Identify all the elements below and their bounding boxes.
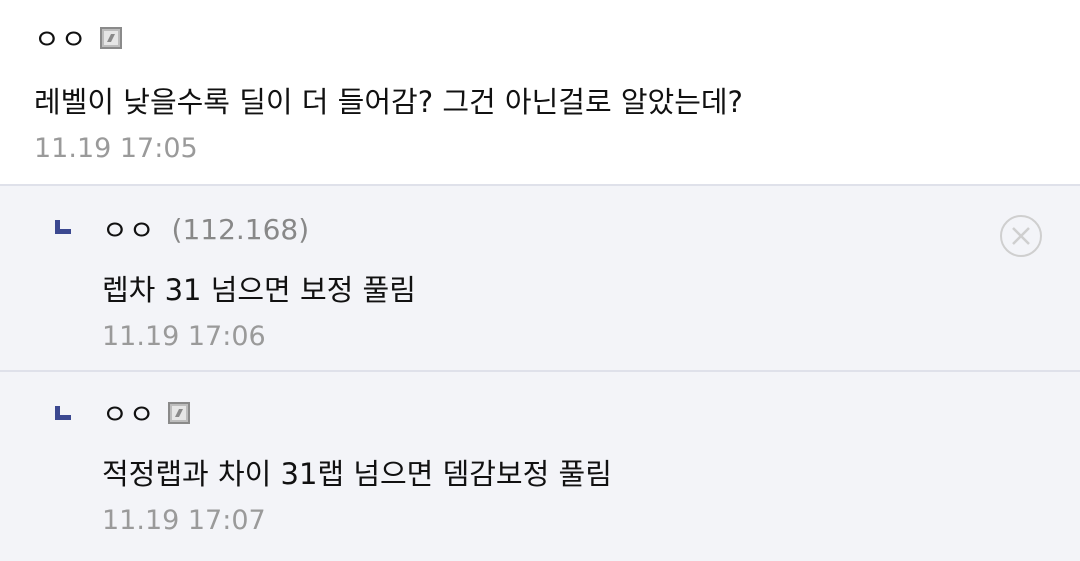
reply-text: 렙차 31 넘으면 보정 풀림 [102,273,416,307]
fixed-nick-badge-icon [99,27,122,49]
reply-arrow-icon [55,220,71,234]
reply-timestamp: 11.19 17:06 [102,320,266,352]
reply-item: ㅇㅇ 적정랩과 차이 31랩 넘으면 뎀감보정 풀림 11.19 17:07 [0,370,1080,561]
comment-timestamp: 11.19 17:05 [34,132,198,164]
comment-text: 레벨이 낮을수록 딜이 더 들어감? 그건 아닌걸로 알았는데? [34,85,743,119]
reply-item: ㅇㅇ (112.168) 렙차 31 넘으면 보정 풀림 11.19 17:06 [0,184,1080,372]
reply-arrow-icon [55,406,71,420]
reply-author: ㅇㅇ [102,392,190,434]
nickname[interactable]: ㅇㅇ [34,18,88,58]
reply-timestamp: 11.19 17:07 [102,504,266,536]
comment-item: ㅇㅇ 레벨이 낮을수록 딜이 더 들어감? 그건 아닌걸로 알았는데? 11.1… [0,0,1080,185]
nickname[interactable]: ㅇㅇ [102,209,156,249]
ip-address: (112.168) [171,212,310,246]
close-circle-icon [1012,227,1030,245]
reply-text: 적정랩과 차이 31랩 넘으면 뎀감보정 풀림 [102,457,612,491]
delete-button[interactable] [1000,215,1042,257]
nickname[interactable]: ㅇㅇ [102,393,156,433]
fixed-nick-badge-icon [167,402,190,424]
comment-author: ㅇㅇ [34,18,122,58]
reply-author: ㅇㅇ (112.168) [102,208,309,250]
